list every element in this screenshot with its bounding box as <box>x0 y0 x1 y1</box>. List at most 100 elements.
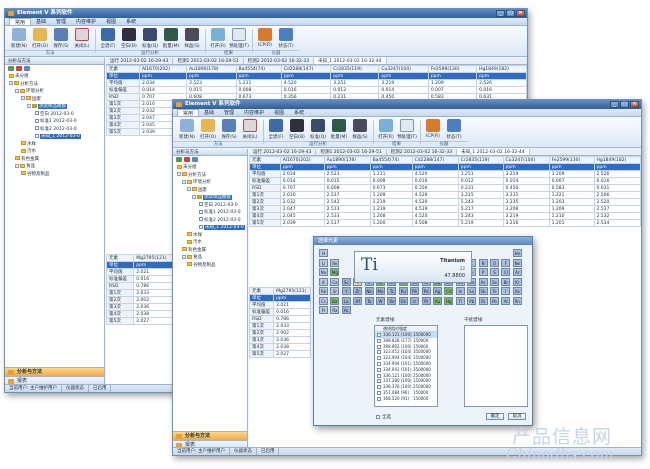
sheet-tab[interactable]: 检测2 2012-03-02 16-32-33 <box>244 58 315 64</box>
tree-node[interactable]: - 分析方法 <box>175 172 247 180</box>
table-row[interactable]: 第2次2.0322.5421.2194.5295.2433.2351.2032.… <box>249 198 641 206</box>
maximize-button[interactable]: □ <box>620 101 629 108</box>
menu-system[interactable]: 系统 <box>121 18 141 25</box>
tree-node[interactable]: - 固废 <box>7 96 104 104</box>
icp-button[interactable]: ICP(R) <box>255 28 275 48</box>
sheet-tab[interactable]: 未知_1 2012-03-02 16-32-44 <box>314 58 387 64</box>
menu-content[interactable]: 内容维护 <box>71 18 101 25</box>
element-cell[interactable]: Te <box>490 287 499 295</box>
preprocess-button[interactable]: 预处理(T) <box>397 119 417 140</box>
element-cell[interactable]: Cs <box>319 296 328 305</box>
tree-node[interactable]: 未分组 <box>175 164 247 172</box>
table-row[interactable]: 第1次 2.033 <box>249 322 311 330</box>
element-cell[interactable]: H <box>319 249 328 257</box>
delete-icon[interactable] <box>184 157 190 162</box>
tree-node[interactable]: 标准2 2012-03-0 <box>7 126 104 134</box>
tree-node[interactable]: 有色金属 <box>175 247 247 255</box>
column-header[interactable]: Cr2835(119) <box>330 65 380 73</box>
checkbox-icon[interactable] <box>377 385 381 390</box>
tree-node[interactable]: - 固废 <box>175 187 247 195</box>
table-row[interactable]: 第5次2.0392.5171.2004.5085.2193.2161.2012.… <box>249 219 641 227</box>
element-cell[interactable]: La <box>341 296 351 305</box>
element-cell[interactable]: Pd <box>421 287 431 295</box>
element-cell[interactable]: Ar <box>512 268 522 276</box>
close-method-button[interactable]: 关闭(L) <box>240 119 260 140</box>
sheet-tab[interactable]: 运行 2012-03-02 16-29-43 <box>106 58 174 64</box>
element-cell[interactable]: Ir <box>410 296 420 305</box>
tree-node[interactable]: 空白 2012-03-0 <box>7 111 104 119</box>
tree-node[interactable]: 水样 <box>175 232 247 240</box>
element-cell[interactable]: Fr <box>319 306 328 314</box>
element-cell[interactable]: Sb <box>478 287 488 295</box>
sample-button[interactable]: 样品(S) <box>182 28 202 49</box>
table-row[interactable]: 第5次 2.027 <box>249 350 311 358</box>
element-cell[interactable]: Hf <box>353 296 363 305</box>
maximize-button[interactable]: □ <box>506 10 515 17</box>
status-button[interactable]: 状态(T) <box>276 28 296 49</box>
table-row[interactable]: 第2次 2.002 <box>105 296 176 304</box>
standard-button[interactable]: 标准(Q) <box>308 119 328 140</box>
new-button[interactable]: 新建(N) <box>9 28 29 49</box>
tree-node[interactable]: - 环境分析 <box>7 88 104 96</box>
element-cell[interactable]: As <box>478 277 488 286</box>
column-header[interactable]: 元素 <box>249 287 275 295</box>
checkbox-icon[interactable] <box>377 356 381 361</box>
ok-button[interactable]: 确定 <box>486 413 504 420</box>
delete-icon[interactable] <box>16 66 22 71</box>
open-button[interactable]: 打开(O) <box>30 28 50 49</box>
column-header[interactable]: Ba4554(74) <box>235 65 282 73</box>
element-cell[interactable]: Mg <box>330 268 340 276</box>
sheet-tab[interactable]: 检测2 2012-03-02 16-32-33 <box>387 149 458 155</box>
table-row[interactable]: 平均值 2.021 <box>249 301 311 309</box>
tree-node[interactable]: 水样 <box>7 141 104 149</box>
table-row[interactable]: 平均值 2.034 2.523 1.211 4.520 3.251 3.219 1.209 2.… <box>106 79 527 87</box>
tree-node[interactable]: - 环境分析 <box>175 179 247 187</box>
element-cell[interactable]: Po <box>490 296 499 305</box>
menu-view[interactable]: 视图 <box>269 109 289 116</box>
element-cell[interactable]: W <box>376 296 385 305</box>
table-row[interactable]: 第3次 2.036 <box>105 303 176 311</box>
select-all-checkbox[interactable]: 全选 <box>376 414 391 420</box>
save-button[interactable]: 保存(S) <box>51 28 71 49</box>
column-header[interactable]: Au1890(178) <box>323 156 371 164</box>
element-cell[interactable]: Y <box>341 287 351 295</box>
tree-node[interactable]: 污水 <box>7 148 104 156</box>
column-header[interactable]: Cd2288(147) <box>280 65 332 73</box>
open-result-button[interactable]: 打开(R) <box>208 28 228 49</box>
element-cell[interactable]: O <box>490 258 499 267</box>
element-cell[interactable]: Zr <box>353 287 363 295</box>
checkbox-icon[interactable] <box>377 344 381 349</box>
tree-node[interactable]: - 测试样品模板 <box>7 103 104 111</box>
close-button[interactable]: × <box>630 101 639 108</box>
table-row[interactable]: 第1次2.0102.5371.2094.5293.2153.2351.2212.… <box>249 191 641 199</box>
column-header[interactable]: 元素 <box>105 254 135 262</box>
minimize-button[interactable]: _ <box>610 101 619 108</box>
element-cell[interactable]: Tc <box>387 287 397 295</box>
tree-node[interactable]: - 测试样品模板 <box>175 194 247 202</box>
checkbox-icon[interactable] <box>377 373 381 378</box>
element-cell[interactable]: Os <box>398 296 408 305</box>
column-header[interactable]: Fe2599(130) <box>548 156 595 164</box>
menu-common[interactable]: 常用 <box>177 109 200 117</box>
menu-basic[interactable]: 基础 <box>199 109 219 116</box>
element-cell[interactable]: Se <box>490 277 499 286</box>
table-row[interactable]: 平均值 2.034 2.523 1.211 4.520 3.251 3.219 1.209 2.… <box>249 170 641 178</box>
full-spectrum-button[interactable]: 全谱(F) <box>266 119 286 140</box>
table-row[interactable]: 标准偏差 0.014 0.015 0.008 0.016 0.012 0.014 0.007 0… <box>106 86 527 94</box>
element-cell[interactable]: Ra <box>330 306 340 314</box>
sheet-tab[interactable]: 检测1 2012-03-02 16-29-51 <box>316 149 387 155</box>
tree-node[interactable]: 污水 <box>175 239 247 247</box>
column-header[interactable]: Al1670(202) <box>279 156 325 164</box>
save-button[interactable]: 保存(S) <box>219 119 239 140</box>
element-cell[interactable]: F <box>501 258 511 267</box>
checkbox-icon[interactable] <box>377 390 381 395</box>
column-header[interactable]: Hg1849(182) <box>476 65 527 73</box>
element-cell[interactable]: Mo <box>376 287 385 295</box>
element-cell[interactable]: K <box>319 277 328 286</box>
menu-system[interactable]: 系统 <box>289 109 309 116</box>
refresh-icon[interactable] <box>192 157 198 162</box>
menu-view[interactable]: 视图 <box>101 18 121 25</box>
element-cell[interactable]: Pb <box>467 296 477 305</box>
menu-basic[interactable]: 基础 <box>31 18 51 25</box>
element-cell[interactable]: Ca <box>330 277 340 286</box>
